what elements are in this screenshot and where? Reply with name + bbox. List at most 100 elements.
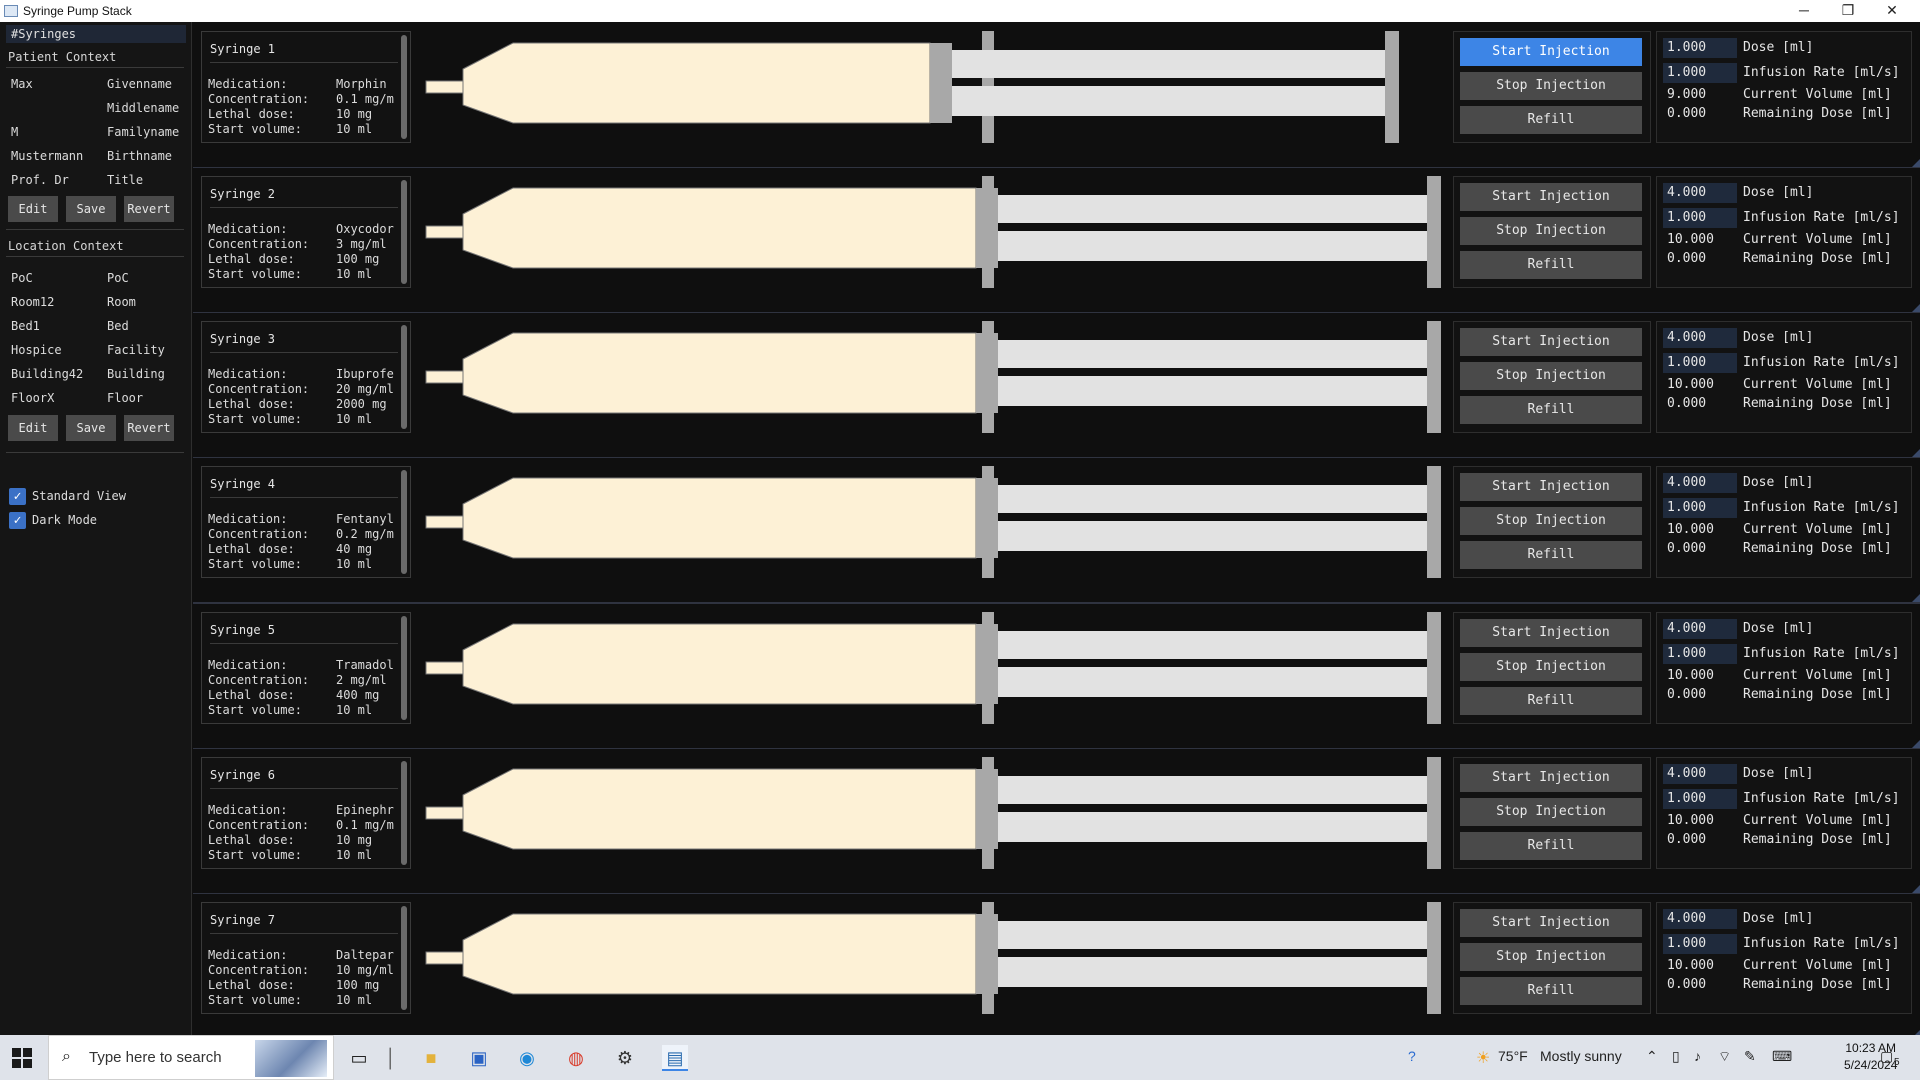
task-view-icon[interactable]: ▭ bbox=[346, 1045, 372, 1071]
infusion-rate-input[interactable]: 1.000 bbox=[1663, 934, 1737, 954]
refill-button[interactable]: Refill bbox=[1460, 106, 1642, 134]
settings-icon[interactable]: ⚙ bbox=[612, 1045, 638, 1071]
syringe-controls: Start Injection Stop Injection Refill bbox=[1453, 902, 1651, 1014]
notification-icon[interactable]: ▢ bbox=[1880, 1048, 1893, 1065]
syringe-graphic bbox=[425, 31, 1399, 143]
patient-birthname-value[interactable]: Mustermann bbox=[11, 149, 83, 163]
syringe-thumb-press[interactable] bbox=[1427, 466, 1441, 578]
patient-familyname-value[interactable]: M bbox=[11, 125, 18, 139]
dose-input[interactable]: 4.000 bbox=[1663, 328, 1737, 348]
stop-injection-button[interactable]: Stop Injection bbox=[1460, 217, 1642, 245]
infusion-rate-input[interactable]: 1.000 bbox=[1663, 644, 1737, 664]
syringe-flange bbox=[982, 466, 994, 578]
syringe-thumb-press[interactable] bbox=[1427, 757, 1441, 869]
patient-save-button[interactable]: Save bbox=[66, 196, 116, 222]
syringe-app-icon[interactable]: ▤ bbox=[662, 1045, 688, 1071]
dose-input[interactable]: 4.000 bbox=[1663, 909, 1737, 929]
location-save-button[interactable]: Save bbox=[66, 415, 116, 441]
start-injection-button[interactable]: Start Injection bbox=[1460, 909, 1642, 937]
start-injection-button[interactable]: Start Injection bbox=[1460, 619, 1642, 647]
location-edit-button[interactable]: Edit bbox=[8, 415, 58, 441]
syringe-thumb-press[interactable] bbox=[1427, 176, 1441, 288]
refill-button[interactable]: Refill bbox=[1460, 977, 1642, 1005]
syringe-rod-bottom bbox=[998, 957, 1427, 987]
dose-input[interactable]: 4.000 bbox=[1663, 183, 1737, 203]
chevron-up-icon[interactable]: ⌃ bbox=[1646, 1048, 1658, 1065]
start-injection-button[interactable]: Start Injection bbox=[1460, 183, 1642, 211]
syringe-graphic bbox=[425, 757, 1441, 869]
dose-input[interactable]: 4.000 bbox=[1663, 764, 1737, 784]
windows-start-icon[interactable] bbox=[12, 1048, 32, 1068]
store-icon[interactable]: ▣ bbox=[466, 1045, 492, 1071]
stop-injection-button[interactable]: Stop Injection bbox=[1460, 72, 1642, 100]
divider bbox=[6, 67, 184, 68]
dose-label: Dose [ml] bbox=[1743, 330, 1814, 345]
syringe-fluid bbox=[462, 42, 931, 124]
patient-givenname-value[interactable]: Max bbox=[11, 77, 33, 91]
syringe-thumb-press[interactable] bbox=[1427, 612, 1441, 724]
stop-injection-button[interactable]: Stop Injection bbox=[1460, 507, 1642, 535]
patient-edit-button[interactable]: Edit bbox=[8, 196, 58, 222]
infusion-rate-input[interactable]: 1.000 bbox=[1663, 353, 1737, 373]
stop-injection-button[interactable]: Stop Injection bbox=[1460, 653, 1642, 681]
standard-view-checkbox[interactable]: ✓ bbox=[9, 488, 26, 505]
infusion-rate-input[interactable]: 1.000 bbox=[1663, 208, 1737, 228]
patient-revert-button[interactable]: Revert bbox=[124, 196, 174, 222]
close-button[interactable]: ✕ bbox=[1870, 0, 1914, 22]
syringe-row: Syringe 5 Medication: Tramadol Concentra… bbox=[193, 604, 1920, 750]
location-bed-value[interactable]: Bed1 bbox=[11, 319, 40, 333]
chrome-icon[interactable]: ◍ bbox=[563, 1045, 589, 1071]
start-injection-button[interactable]: Start Injection bbox=[1460, 473, 1642, 501]
start-injection-button[interactable]: Start Injection bbox=[1460, 764, 1642, 792]
infusion-rate-input[interactable]: 1.000 bbox=[1663, 63, 1737, 83]
device-icon[interactable]: ▯ bbox=[1672, 1048, 1680, 1065]
refill-button[interactable]: Refill bbox=[1460, 687, 1642, 715]
search-highlight-image bbox=[255, 1040, 327, 1077]
dose-label: Dose [ml] bbox=[1743, 185, 1814, 200]
dark-mode-checkbox[interactable]: ✓ bbox=[9, 512, 26, 529]
help-icon[interactable]: ? bbox=[1408, 1048, 1416, 1064]
location-building-value[interactable]: Building42 bbox=[11, 367, 83, 381]
patient-givenname-label: Givenname bbox=[107, 77, 173, 91]
syringe-row: Syringe 2 Medication: Oxycodor Concentra… bbox=[193, 168, 1920, 314]
location-room-value[interactable]: Room12 bbox=[11, 295, 54, 309]
pen-icon[interactable]: ✎ bbox=[1744, 1048, 1756, 1065]
location-floor-value[interactable]: FloorX bbox=[11, 391, 54, 405]
syringes-tab[interactable]: #Syringes bbox=[6, 25, 186, 43]
syringe-thumb-press[interactable] bbox=[1427, 902, 1441, 1014]
minimize-button[interactable]: ─ bbox=[1782, 0, 1826, 22]
network-icon[interactable]: ⌔ bbox=[1718, 1048, 1731, 1066]
separator-icon: │ bbox=[385, 1048, 397, 1068]
start-injection-button[interactable]: Start Injection bbox=[1460, 328, 1642, 356]
location-poc-value[interactable]: PoC bbox=[11, 271, 33, 285]
taskbar-search-box[interactable]: ⌕ Type here to search bbox=[48, 1035, 334, 1080]
dose-input[interactable]: 4.000 bbox=[1663, 619, 1737, 639]
dose-input[interactable]: 4.000 bbox=[1663, 473, 1737, 493]
stop-injection-button[interactable]: Stop Injection bbox=[1460, 798, 1642, 826]
refill-button[interactable]: Refill bbox=[1460, 251, 1642, 279]
keyboard-icon[interactable]: ⌨ bbox=[1772, 1048, 1792, 1065]
edge-icon[interactable]: ◉ bbox=[514, 1045, 540, 1071]
restore-button[interactable]: ❐ bbox=[1826, 0, 1870, 22]
location-facility-value[interactable]: Hospice bbox=[11, 343, 62, 357]
volume-icon[interactable]: ♪ bbox=[1694, 1048, 1701, 1064]
start-injection-button[interactable]: Start Injection bbox=[1460, 38, 1642, 66]
syringe-fluid bbox=[462, 332, 977, 414]
syringe-flange bbox=[982, 612, 994, 724]
file-explorer-icon[interactable]: ■ bbox=[418, 1045, 444, 1071]
patient-title-value[interactable]: Prof. Dr bbox=[11, 173, 69, 187]
syringe-thumb-press[interactable] bbox=[1385, 31, 1399, 143]
refill-button[interactable]: Refill bbox=[1460, 541, 1642, 569]
refill-button[interactable]: Refill bbox=[1460, 396, 1642, 424]
syringe-rod-top bbox=[998, 340, 1427, 368]
refill-button[interactable]: Refill bbox=[1460, 832, 1642, 860]
location-bed-label: Bed bbox=[107, 319, 129, 333]
syringe-thumb-press[interactable] bbox=[1427, 321, 1441, 433]
infusion-rate-input[interactable]: 1.000 bbox=[1663, 498, 1737, 518]
stop-injection-button[interactable]: Stop Injection bbox=[1460, 362, 1642, 390]
infusion-rate-input[interactable]: 1.000 bbox=[1663, 789, 1737, 809]
location-revert-button[interactable]: Revert bbox=[124, 415, 174, 441]
stop-injection-button[interactable]: Stop Injection bbox=[1460, 943, 1642, 971]
syringe-flange bbox=[982, 321, 994, 433]
dose-input[interactable]: 1.000 bbox=[1663, 38, 1737, 58]
